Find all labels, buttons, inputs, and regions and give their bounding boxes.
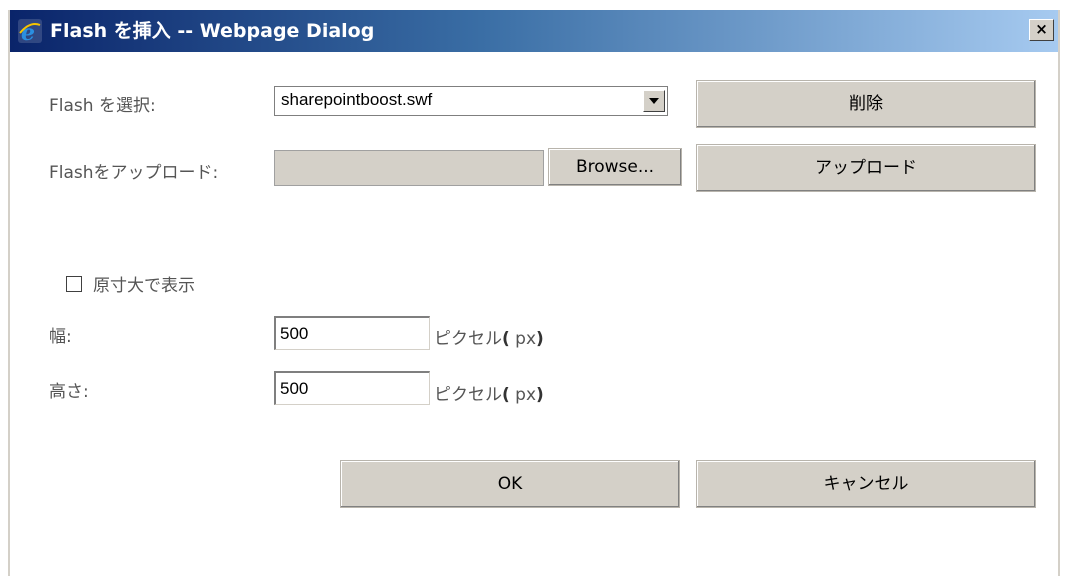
height-unit-text: ピクセル (434, 385, 502, 405)
selected-flash-file: sharepointboost.swf (281, 90, 433, 109)
window-title: Flash を挿入 -- Webpage Dialog (50, 20, 375, 42)
width-unit-text: ピクセル (434, 329, 502, 349)
flash-file-select[interactable]: sharepointboost.swf (274, 86, 668, 116)
select-flash-label: Flash を選択: (49, 96, 156, 116)
height-input[interactable] (274, 371, 430, 405)
upload-flash-label: Flashをアップロード: (49, 163, 219, 183)
original-size-checkbox[interactable] (66, 276, 82, 292)
width-unit: ピクセル( px) (434, 324, 544, 349)
height-unit-px: px (509, 385, 537, 405)
chevron-down-icon (649, 98, 659, 104)
ok-button[interactable]: OK (340, 460, 680, 508)
height-unit-open: ( (502, 385, 510, 405)
internet-explorer-icon: e (18, 19, 42, 43)
delete-button[interactable]: 削除 (696, 80, 1036, 128)
height-unit-close: ) (536, 385, 544, 405)
title-bar[interactable]: e Flash を挿入 -- Webpage Dialog × (10, 10, 1058, 52)
width-unit-px: px (509, 329, 537, 349)
width-unit-open: ( (502, 329, 510, 349)
width-unit-close: ) (536, 329, 544, 349)
height-label: 高さ: (49, 382, 89, 402)
upload-file-path-field[interactable] (274, 150, 544, 186)
original-size-label: 原寸大で表示 (93, 276, 195, 296)
upload-button[interactable]: アップロード (696, 144, 1036, 192)
dropdown-arrow-button[interactable] (643, 90, 665, 112)
cancel-button[interactable]: キャンセル (696, 460, 1036, 508)
close-button[interactable]: × (1029, 19, 1054, 41)
dialog-window: e Flash を挿入 -- Webpage Dialog × Flash を選… (8, 10, 1060, 576)
height-unit: ピクセル( px) (434, 380, 544, 405)
width-label: 幅: (49, 327, 72, 347)
browse-button[interactable]: Browse... (548, 148, 682, 186)
width-input[interactable] (274, 316, 430, 350)
